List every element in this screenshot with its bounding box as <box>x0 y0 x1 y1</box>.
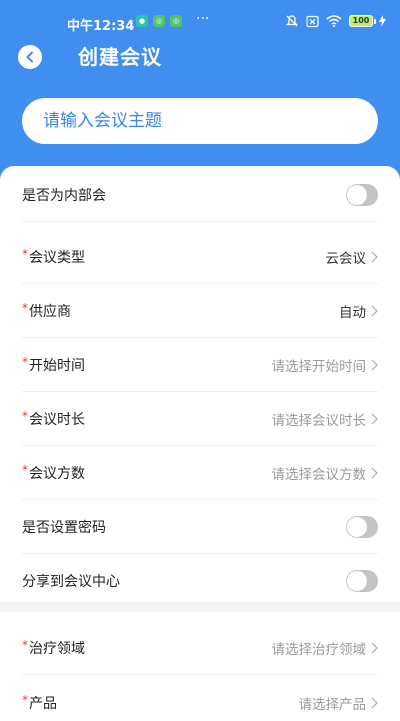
parties-placeholder: 请选择会议方数 <box>271 466 367 483</box>
duration-placeholder: 请选择会议时长 <box>271 412 367 429</box>
wechat-notification-icon: ◎ <box>153 15 165 27</box>
start-time-value-wrap: 请选择开始时间 <box>272 355 379 375</box>
row-share: 分享到会议中心 <box>22 554 378 608</box>
duration-value-wrap: 请选择会议时长 <box>272 409 379 429</box>
row-internal-meeting: 是否为内部会 <box>22 168 378 222</box>
parties-value-wrap: 请选择会议方数 <box>272 463 379 483</box>
battery-tip <box>374 18 376 24</box>
internal-meeting-label: 是否为内部会 <box>22 187 106 204</box>
row-therapy-area[interactable]: * 治疗领域 请选择治疗领域 <box>22 621 378 675</box>
row-parties[interactable]: * 会议方数 请选择会议方数 <box>22 446 378 500</box>
chevron-right-icon <box>371 305 378 316</box>
page-title: 创建会议 <box>78 45 162 69</box>
row-start-time[interactable]: * 开始时间 请选择开始时间 <box>22 338 378 392</box>
supplier-value: 自动 <box>339 304 366 321</box>
meeting-type-value-wrap: 云会议 <box>326 247 379 267</box>
supplier-label: 供应商 <box>29 303 71 320</box>
product-placeholder: 请选择产品 <box>298 696 367 713</box>
share-label: 分享到会议中心 <box>22 574 120 590</box>
password-toggle[interactable] <box>346 515 378 538</box>
meeting-topic-input[interactable] <box>22 98 378 144</box>
required-mark: * <box>22 354 28 369</box>
battery-icon: 100 <box>349 15 373 27</box>
meeting-type-value: 云会议 <box>325 250 367 267</box>
charging-icon <box>379 15 386 27</box>
app-notification-icon: ● <box>136 15 148 27</box>
chevron-left-icon <box>26 51 33 63</box>
row-product[interactable]: * 产品 请选择产品 <box>22 676 378 721</box>
therapy-area-label: 治疗领域 <box>29 640 85 657</box>
status-time: 中午12:34 <box>67 19 135 34</box>
chevron-right-icon <box>371 359 378 370</box>
required-mark: * <box>22 300 28 315</box>
row-meeting-type[interactable]: * 会议类型 云会议 <box>22 230 378 284</box>
chevron-right-icon <box>371 697 378 708</box>
duration-label: 会议时长 <box>29 411 85 428</box>
required-mark: * <box>22 692 28 707</box>
internal-meeting-toggle[interactable] <box>346 183 378 206</box>
wechat-notification-icon: ◎ <box>170 15 182 27</box>
required-mark: * <box>22 408 28 423</box>
required-mark: * <box>22 637 28 652</box>
password-label: 是否设置密码 <box>22 519 106 536</box>
required-mark: * <box>22 246 28 261</box>
start-time-placeholder: 请选择开始时间 <box>271 358 367 375</box>
back-button[interactable] <box>18 45 42 69</box>
start-time-label: 开始时间 <box>29 357 85 374</box>
supplier-label-wrap: * 供应商 <box>22 301 71 321</box>
start-time-label-wrap: * 开始时间 <box>22 355 85 375</box>
therapy-area-value-wrap: 请选择治疗领域 <box>272 638 379 658</box>
parties-label: 会议方数 <box>29 465 85 482</box>
more-notifications-icon: ··· <box>196 11 210 27</box>
supplier-value-wrap: 自动 <box>339 301 378 321</box>
sim-off-icon <box>306 15 319 27</box>
share-toggle[interactable] <box>346 570 378 592</box>
duration-label-wrap: * 会议时长 <box>22 409 85 429</box>
chevron-right-icon <box>371 413 378 424</box>
row-supplier[interactable]: * 供应商 自动 <box>22 284 378 338</box>
therapy-area-label-wrap: * 治疗领域 <box>22 638 85 658</box>
chevron-right-icon <box>371 467 378 478</box>
chevron-right-icon <box>371 251 378 262</box>
therapy-area-placeholder: 请选择治疗领域 <box>271 641 367 658</box>
row-password: 是否设置密码 <box>22 500 378 554</box>
product-label: 产品 <box>29 695 57 712</box>
wifi-icon <box>326 15 342 27</box>
parties-label-wrap: * 会议方数 <box>22 463 85 483</box>
status-bar: 中午12:34 ● ◎ ◎ ··· 100 <box>0 0 400 44</box>
mute-icon <box>285 15 299 27</box>
product-value-wrap: 请选择产品 <box>299 693 379 713</box>
meeting-type-label-wrap: * 会议类型 <box>22 247 85 267</box>
row-duration[interactable]: * 会议时长 请选择会议时长 <box>22 392 378 446</box>
chevron-right-icon <box>371 642 378 653</box>
required-mark: * <box>22 462 28 477</box>
product-label-wrap: * 产品 <box>22 693 57 713</box>
meeting-type-label: 会议类型 <box>29 249 85 266</box>
